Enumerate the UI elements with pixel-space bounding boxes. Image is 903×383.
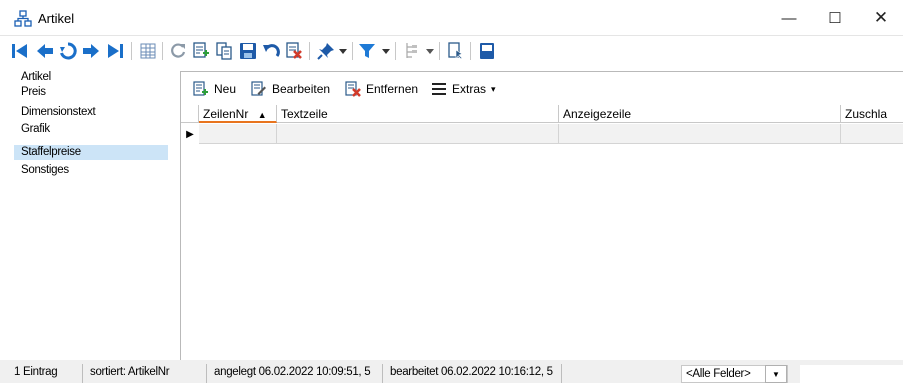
edited-status: bearbeitet 06.02.2022 10:16:12, 5 [386,364,562,383]
article-app-icon [14,10,32,28]
layout-icon[interactable] [477,41,497,61]
pin-dropdown-arrow[interactable] [339,46,347,56]
hamburger-icon [431,81,447,97]
minimize-button[interactable]: — [766,0,812,36]
cell-anzeigezeile[interactable] [559,124,841,144]
column-header-zuschlag[interactable]: Zuschla [841,105,903,123]
reload-icon[interactable] [58,41,78,61]
maximize-button[interactable]: ☐ [812,0,858,36]
remove-icon [345,81,361,97]
search-input[interactable] [800,365,903,383]
staffelpreise-panel: Neu Bearbeiten Entfernen Extras ▾ Zeilen… [180,71,903,360]
row-pointer-icon: ▶ [186,128,194,140]
next-record-icon[interactable] [81,41,101,61]
nav-item-sonstiges[interactable]: Sonstiges [14,163,168,178]
nav-item-preis[interactable]: Preis [14,85,168,100]
status-bar: 1 Eintrag sortiert: ArtikelNr angelegt 0… [0,360,903,383]
column-header-label: ZeilenNr [203,107,249,121]
cell-textzeile[interactable] [277,124,559,144]
current-row-indicator: ▶ [181,124,199,144]
close-button[interactable]: ✕ [858,0,903,36]
new-record-icon [193,81,209,97]
cell-zeilennr[interactable] [199,124,277,144]
sort-ascending-icon: ▲ [257,110,267,120]
new-record-icon[interactable] [191,41,211,61]
nav-item-staffelpreise[interactable]: Staffelpreise [14,145,168,160]
chevron-down-icon: ▾ [491,83,496,94]
column-header-anzeigezeile[interactable]: Anzeigezeile [559,105,841,123]
section-nav: Artikel Preis Dimensionstext Grafik Staf… [6,70,176,360]
remove-button-label: Entfernen [366,82,419,96]
title-bar: Artikel — ☐ ✕ [0,0,903,36]
nav-item-dimensionstext[interactable]: Dimensionstext [14,105,168,120]
grid-header: ZeilenNr ▲ Textzeile Anzeigezeile Zuschl… [181,105,903,123]
table-view-icon[interactable] [138,41,158,61]
extras-menu-button[interactable]: Extras ▾ [431,80,496,98]
edit-button-label: Bearbeiten [272,82,331,96]
nav-item-artikel[interactable]: Artikel [14,70,168,85]
copy-icon[interactable] [214,41,234,61]
table-row[interactable] [181,124,903,144]
row-selector-header [181,105,199,123]
chevron-down-icon: ▼ [772,369,780,379]
main-toolbar [0,37,903,67]
window-title: Artikel [38,11,75,26]
last-record-icon[interactable] [105,41,125,61]
field-select-dropdown-button[interactable]: ▼ [765,365,787,383]
previous-record-icon[interactable] [35,41,55,61]
field-select-value: <Alle Felder> [686,368,751,380]
new-button-label: Neu [214,82,237,96]
created-status: angelegt 06.02.2022 10:09:51, 5 [210,364,383,383]
sort-status: sortiert: ArtikelNr [86,364,207,383]
refresh-icon[interactable] [168,41,188,61]
new-button[interactable]: Neu [193,80,236,98]
record-count: 1 Eintrag [10,364,83,383]
first-record-icon[interactable] [10,41,30,61]
tree-icon[interactable] [402,41,422,61]
column-header-textzeile[interactable]: Textzeile [277,105,559,123]
extras-label: Extras [452,82,487,96]
undo-icon[interactable] [261,41,281,61]
edit-button[interactable]: Bearbeiten [251,80,330,98]
edit-icon [251,81,267,97]
tree-dropdown-arrow[interactable] [426,46,434,56]
column-header-zeilennr[interactable]: ZeilenNr ▲ [199,105,277,123]
pin-icon[interactable] [316,41,336,61]
delete-icon[interactable] [284,41,304,61]
cell-zuschlag[interactable] [841,124,903,144]
save-icon[interactable] [238,41,258,61]
filter-dropdown-arrow[interactable] [382,46,390,56]
grid-toolbar: Neu Bearbeiten Entfernen Extras ▾ [181,72,903,104]
export-icon[interactable] [446,41,466,61]
filter-icon[interactable] [357,41,377,61]
staffelpreise-grid: ZeilenNr ▲ Textzeile Anzeigezeile Zuschl… [181,105,903,361]
remove-button[interactable]: Entfernen [345,80,418,98]
nav-item-grafik[interactable]: Grafik [14,122,168,137]
